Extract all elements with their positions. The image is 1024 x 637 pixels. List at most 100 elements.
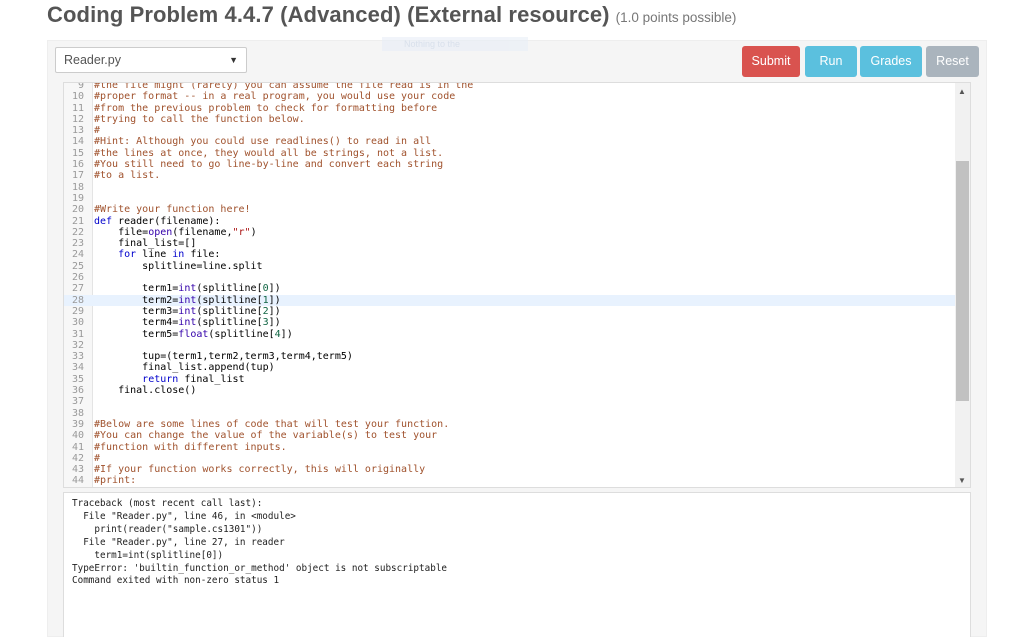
line-number: 26 — [64, 272, 84, 283]
code-line[interactable]: 16 #You still need to go line-by-line and… — [64, 159, 970, 170]
faded-overlay-label: Nothing to the — [382, 37, 528, 51]
console-line: TypeError: 'builtin_function_or_method' … — [72, 563, 962, 576]
submit-button[interactable]: Submit — [742, 46, 800, 77]
code-line[interactable]: 33 tup=(term1,term2,term3,term4,term5) — [64, 351, 970, 362]
file-select[interactable]: Reader.py ▼ — [55, 47, 247, 73]
code-text: #function with different inputs. — [94, 442, 287, 453]
code-line[interactable]: 9#the file might (rarely) you can assume… — [64, 82, 970, 91]
console-line: File "Reader.py", line 27, in reader — [72, 537, 962, 550]
code-text: final.close() — [94, 385, 196, 396]
console-line: File "Reader.py", line 46, in <module> — [72, 511, 962, 524]
line-number: 38 — [64, 408, 84, 419]
code-line[interactable]: 38 — [64, 408, 970, 419]
scroll-thumb[interactable] — [956, 161, 969, 401]
code-line[interactable]: 17 #to a list. — [64, 170, 970, 181]
page-title: Coding Problem 4.4.7 (Advanced) (Externa… — [47, 2, 610, 27]
grades-button[interactable]: Grades — [860, 46, 922, 77]
code-line[interactable]: 24 for line in file: — [64, 249, 970, 260]
console-line: Command exited with non-zero status 1 — [72, 575, 962, 588]
code-editor[interactable]: 9#the file might (rarely) you can assume… — [63, 82, 971, 488]
code-text: # — [94, 453, 100, 464]
line-number: 17 — [64, 170, 84, 181]
code-line[interactable]: 40#You can change the value of the varia… — [64, 430, 970, 441]
line-number: 34 — [64, 362, 84, 373]
code-line[interactable]: 39#Below are some lines of code that wil… — [64, 419, 970, 430]
code-line[interactable]: 32 — [64, 340, 970, 351]
line-number: 19 — [64, 193, 84, 204]
code-line[interactable]: 35 return final_list — [64, 374, 970, 385]
code-line[interactable]: 29 term3=int(splitline[2]) — [64, 306, 970, 317]
code-text: #You still need to go line-by-line and c… — [94, 159, 443, 170]
line-number: 30 — [64, 317, 84, 328]
code-line[interactable]: 10#proper format -- in a real program, y… — [64, 91, 970, 102]
line-number: 29 — [64, 306, 84, 317]
code-text: tup=(term1,term2,term3,term4,term5) — [94, 351, 353, 362]
code-text: term5=float(splitline[4]) — [94, 329, 293, 340]
file-select-value: Reader.py — [64, 53, 121, 67]
code-line[interactable]: 11#from the previous problem to check fo… — [64, 103, 970, 114]
code-line[interactable]: 36 final.close() — [64, 385, 970, 396]
code-line[interactable]: 27 term1=int(splitline[0]) — [64, 283, 970, 294]
code-line[interactable]: 41#function with different inputs. — [64, 442, 970, 453]
line-number: 36 — [64, 385, 84, 396]
line-number: 10 — [64, 91, 84, 102]
code-line[interactable]: 22 file=open(filename,"r") — [64, 227, 970, 238]
code-line[interactable]: 31 term5=float(splitline[4]) — [64, 329, 970, 340]
code-line[interactable]: 37 — [64, 396, 970, 407]
code-text: # — [94, 125, 100, 136]
code-text: term3=int(splitline[2]) — [94, 306, 281, 317]
code-line[interactable]: 19 — [64, 193, 970, 204]
code-text: splitline=line.split — [94, 261, 263, 272]
code-text: def reader(filename): — [94, 216, 220, 227]
editor-scrollbar[interactable]: ▲ ▼ — [955, 83, 970, 487]
code-line[interactable]: 34 final_list.append(tup) — [64, 362, 970, 373]
line-number: 15 — [64, 148, 84, 159]
line-number: 27 — [64, 283, 84, 294]
code-text: final_list.append(tup) — [94, 362, 275, 373]
code-line[interactable]: 15 #the lines at once, they would all be … — [64, 148, 970, 159]
line-number: 16 — [64, 159, 84, 170]
code-line[interactable]: 43#If your function works correctly, thi… — [64, 464, 970, 475]
code-line[interactable]: 14#Hint: Although you could use readline… — [64, 136, 970, 147]
code-line[interactable]: 30 term4=int(splitline[3]) — [64, 317, 970, 328]
run-button[interactable]: Run — [805, 46, 857, 77]
line-number: 12 — [64, 114, 84, 125]
code-text: final_list=[] — [94, 238, 196, 249]
code-text: #the lines at once, they would all be st… — [94, 148, 443, 159]
code-text: term1=int(splitline[0]) — [94, 283, 281, 294]
code-line[interactable]: 20#Write your function here! — [64, 204, 970, 215]
code-text: #trying to call the function below. — [94, 114, 305, 125]
code-line[interactable]: 42# — [64, 453, 970, 464]
line-number: 28 — [64, 295, 84, 306]
code-line[interactable]: 13# — [64, 125, 970, 136]
code-text: #You can change the value of the variabl… — [94, 430, 437, 441]
output-console: Traceback (most recent call last): File … — [63, 492, 971, 637]
code-line[interactable]: 12 #trying to call the function below. — [64, 114, 970, 125]
line-number: 21 — [64, 216, 84, 227]
code-text: #print: — [94, 475, 136, 486]
code-line[interactable]: 44#print: — [64, 475, 970, 486]
console-line: Traceback (most recent call last): — [72, 498, 962, 511]
line-number: 31 — [64, 329, 84, 340]
line-number: 23 — [64, 238, 84, 249]
scroll-down-icon[interactable]: ▼ — [958, 476, 966, 485]
line-number: 24 — [64, 249, 84, 260]
code-text: #If your function works correctly, this … — [94, 464, 425, 475]
reset-button[interactable]: Reset — [926, 46, 979, 77]
code-line[interactable]: 21 def reader(filename): — [64, 216, 970, 227]
line-number: 37 — [64, 396, 84, 407]
line-number: 18 — [64, 182, 84, 193]
code-text: #the file might (rarely) you can assume … — [94, 82, 473, 91]
code-line[interactable]: 28 term2=int(splitline[1]) — [64, 295, 970, 306]
code-text: #from the previous problem to check for … — [94, 103, 437, 114]
scroll-up-icon[interactable]: ▲ — [958, 87, 966, 96]
code-text: return final_list — [94, 374, 245, 385]
code-line[interactable]: 25 splitline=line.split — [64, 261, 970, 272]
code-line[interactable]: 26 — [64, 272, 970, 283]
code-line[interactable]: 18 — [64, 182, 970, 193]
code-text: #Below are some lines of code that will … — [94, 419, 449, 430]
code-text: term2=int(splitline[1]) — [94, 295, 281, 306]
line-number: 35 — [64, 374, 84, 385]
code-text: #to a list. — [94, 170, 160, 181]
code-line[interactable]: 23 final_list=[] — [64, 238, 970, 249]
